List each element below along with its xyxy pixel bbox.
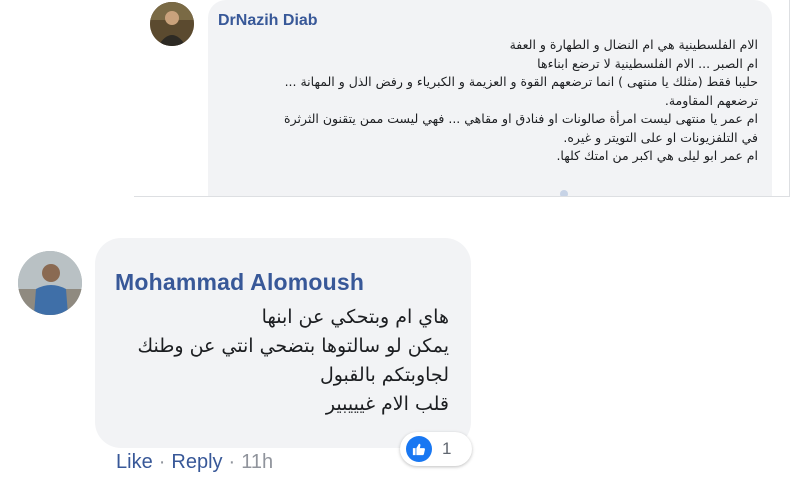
comment-bubble: DrNazih Diab الام الفلسطينية هي ام النضا…	[208, 0, 772, 196]
comment-line: حليبا فقط (مثلك يا منتهى ) انما ترضعهم ا…	[284, 74, 758, 89]
reaction-count: 1	[442, 439, 452, 458]
comment-line: ام الصبر ... الام الفلسطينية لا ترضع ابن…	[537, 55, 758, 71]
comment-line: يمكن لو سالتوها بتضحي انتي عن وطنك	[137, 335, 449, 357]
comment-line: ام عمر ابو ليلى هي اكبر من امتك كلها.	[556, 148, 758, 163]
comment-bubble: Mohammad Alomoush هاي ام وبتحكي عن ابنها…	[95, 238, 471, 448]
reaction-summary[interactable]: 1	[400, 432, 472, 466]
comment-text: هاي ام وبتحكي عن ابنها يمكن لو سالتوها ب…	[95, 303, 449, 419]
like-link[interactable]: Like	[116, 451, 153, 474]
reaction-peek-icon	[560, 190, 568, 196]
comment-line: هاي ام وبتحكي عن ابنها	[261, 306, 449, 328]
top-comment: DrNazih Diab الام الفلسطينية هي ام النضا…	[134, 0, 790, 197]
reply-link[interactable]: Reply	[171, 451, 222, 474]
comment-timestamp[interactable]: 11h	[241, 451, 273, 474]
comment-author-link[interactable]: Mohammad Alomoush	[115, 269, 364, 296]
comment-line: لجاوبتكم بالقبول	[319, 364, 449, 386]
comment-line: ام عمر يا منتهى ليست امرأة صالونات او فن…	[284, 111, 758, 126]
separator-dot: ·	[158, 451, 166, 473]
avatar-photo-icon	[150, 2, 194, 46]
comment-line: الام الفلسطينية هي ام النضال و الطهارة و…	[509, 37, 758, 52]
avatar[interactable]	[18, 251, 82, 315]
separator-dot: ·	[228, 451, 236, 473]
avatar[interactable]	[150, 2, 194, 46]
avatar-photo-icon	[18, 251, 82, 315]
comment-author-link[interactable]: DrNazih Diab	[218, 12, 318, 30]
like-icon	[406, 436, 432, 462]
comment-line: في التلفزيونات او على التويتر و غيره.	[563, 129, 758, 145]
comment-line: قلب الام غيييبير	[325, 393, 449, 415]
comment-actions: Like · Reply · 11h	[116, 451, 273, 474]
comment-text: الام الفلسطينية هي ام النضال و الطهارة و…	[208, 36, 758, 166]
comment-line: ترضعهم المقاومة.	[664, 92, 758, 108]
